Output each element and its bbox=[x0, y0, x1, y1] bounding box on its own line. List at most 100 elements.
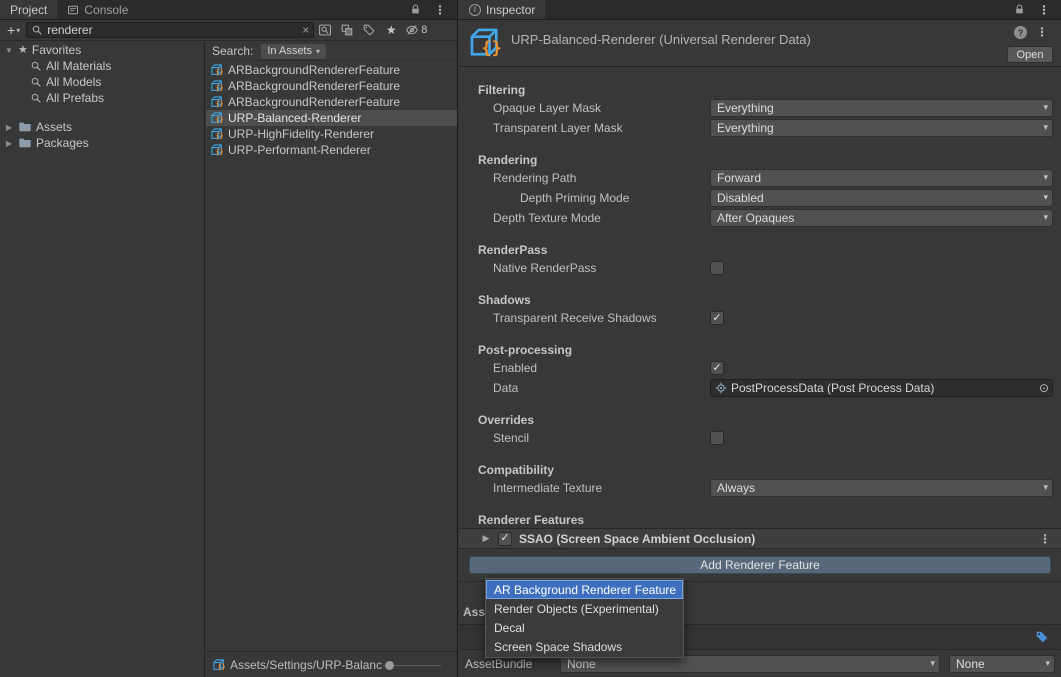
clear-search-icon[interactable]: × bbox=[302, 23, 309, 37]
folder-icon bbox=[18, 136, 32, 150]
depth-texture-mode-dropdown[interactable]: After Opaques ▾ bbox=[710, 209, 1053, 227]
transparent-layer-mask-dropdown[interactable]: Everything ▾ bbox=[710, 119, 1053, 137]
chevron-down-icon: ▾ bbox=[1045, 658, 1050, 669]
result-row[interactable]: URP-HighFidelity-Renderer bbox=[206, 126, 457, 142]
chevron-down-icon: ▾ bbox=[1043, 122, 1048, 133]
section-filtering: Filtering bbox=[459, 82, 1061, 98]
sidebar-item-packages[interactable]: ▶ Packages bbox=[0, 135, 204, 151]
open-button[interactable]: Open bbox=[1007, 46, 1053, 63]
star-icon: ★ bbox=[18, 45, 28, 56]
native-renderpass-checkbox[interactable]: ✓ bbox=[710, 261, 724, 275]
filter-by-type-icon[interactable] bbox=[336, 22, 358, 39]
foldout-closed-icon[interactable]: ▶ bbox=[481, 533, 491, 544]
post-process-data-object-field[interactable]: PostProcessData (Post Process Data) ⊙ bbox=[710, 379, 1053, 397]
object-picker-icon[interactable]: ⊙ bbox=[1039, 381, 1049, 395]
lock-icon[interactable] bbox=[1014, 4, 1025, 15]
open-search-window-icon[interactable] bbox=[314, 22, 336, 39]
info-icon: i bbox=[469, 4, 481, 16]
result-row[interactable]: ARBackgroundRendererFeature bbox=[206, 94, 457, 110]
search-value: renderer bbox=[47, 23, 298, 37]
icon-size-slider[interactable] bbox=[383, 652, 441, 677]
search-scope-dropdown[interactable]: In Assets ▾ bbox=[261, 44, 326, 59]
chevron-down-icon: ▾ bbox=[1043, 212, 1048, 223]
search-icon bbox=[30, 60, 42, 72]
result-row[interactable]: ARBackgroundRendererFeature bbox=[206, 62, 457, 78]
chevron-down-icon: ▾ bbox=[1043, 172, 1048, 183]
sidebar-item-all-models[interactable]: All Models bbox=[0, 74, 204, 90]
search-results-header: Search: In Assets ▾ bbox=[206, 42, 457, 61]
ssao-enabled-checkbox[interactable]: ✓ bbox=[498, 532, 512, 546]
section-shadows: Shadows bbox=[459, 292, 1061, 308]
lock-icon[interactable] bbox=[410, 4, 421, 15]
sidebar-item-all-prefabs[interactable]: All Prefabs bbox=[0, 90, 204, 106]
result-row[interactable]: ARBackgroundRendererFeature bbox=[206, 78, 457, 94]
assetbundle-variant-dropdown[interactable]: None ▾ bbox=[949, 655, 1055, 673]
chevron-down-icon: ▾ bbox=[930, 658, 935, 669]
chevron-down-icon: ▾ bbox=[1043, 482, 1048, 493]
kebab-menu-icon[interactable]: ⋮ bbox=[1036, 26, 1048, 38]
filter-by-label-icon[interactable] bbox=[358, 22, 380, 39]
search-input[interactable]: renderer × bbox=[26, 22, 314, 38]
result-row-urp-balanced-renderer[interactable]: URP-Balanced-Renderer bbox=[206, 110, 457, 126]
ssao-feature-label: SSAO (Screen Space Ambient Occlusion) bbox=[519, 532, 755, 546]
kebab-menu-icon[interactable]: ⋮ bbox=[434, 4, 446, 16]
menu-item-ar-background-renderer-feature[interactable]: AR Background Renderer Feature bbox=[486, 580, 683, 599]
project-toolbar: + ▾ renderer × ★ 8 bbox=[0, 20, 457, 41]
tab-inspector[interactable]: i Inspector bbox=[459, 0, 545, 19]
sidebar-item-assets[interactable]: ▶ Assets bbox=[0, 119, 204, 135]
stencil-checkbox[interactable]: ✓ bbox=[710, 431, 724, 445]
renderer-data-icon bbox=[210, 143, 224, 157]
asset-path: Assets/Settings/URP-Balanc bbox=[230, 658, 382, 672]
search-results-label: Search: bbox=[212, 44, 253, 58]
kebab-menu-icon[interactable]: ⋮ bbox=[1038, 4, 1050, 16]
field-post-process-data: Data PostProcessData (Post Process Data)… bbox=[459, 378, 1061, 398]
inspector-content: Filtering Opaque Layer Mask Everything ▾… bbox=[459, 68, 1061, 582]
create-asset-button[interactable]: + ▾ bbox=[3, 22, 24, 38]
sidebar-item-all-materials[interactable]: All Materials bbox=[0, 58, 204, 74]
depth-priming-mode-dropdown[interactable]: Disabled ▾ bbox=[710, 189, 1053, 207]
menu-item-screen-space-shadows[interactable]: Screen Space Shadows bbox=[486, 637, 683, 656]
renderer-data-icon bbox=[212, 658, 226, 672]
transparent-receive-shadows-checkbox[interactable]: ✓ bbox=[710, 311, 724, 325]
tab-project-label: Project bbox=[10, 3, 47, 17]
post-process-data-icon bbox=[715, 382, 727, 394]
foldout-closed-icon[interactable]: ▶ bbox=[4, 123, 14, 132]
sidebar-item-favorites[interactable]: ▼ ★ Favorites bbox=[0, 42, 204, 58]
field-depth-priming-mode: Depth Priming Mode Disabled ▾ bbox=[459, 188, 1061, 208]
search-icon bbox=[30, 76, 42, 88]
check-icon: ✓ bbox=[712, 313, 721, 324]
foldout-closed-icon[interactable]: ▶ bbox=[4, 139, 14, 148]
add-renderer-feature-button[interactable]: Add Renderer Feature bbox=[469, 556, 1051, 574]
tab-console[interactable]: Console bbox=[57, 0, 138, 19]
hidden-items-toggle[interactable]: 8 bbox=[402, 23, 430, 37]
menu-item-render-objects[interactable]: Render Objects (Experimental) bbox=[486, 599, 683, 618]
renderer-data-icon bbox=[210, 127, 224, 141]
saved-search-star-icon[interactable]: ★ bbox=[380, 22, 402, 39]
result-list: ARBackgroundRendererFeature ARBackground… bbox=[206, 61, 457, 158]
rendering-path-dropdown[interactable]: Forward ▾ bbox=[710, 169, 1053, 187]
section-post-processing: Post-processing bbox=[459, 342, 1061, 358]
opaque-layer-mask-dropdown[interactable]: Everything ▾ bbox=[710, 99, 1053, 117]
section-overrides: Overrides bbox=[459, 412, 1061, 428]
intermediate-texture-dropdown[interactable]: Always ▾ bbox=[710, 479, 1053, 497]
help-icon[interactable]: ? bbox=[1014, 26, 1027, 39]
field-stencil: Stencil ✓ bbox=[459, 428, 1061, 448]
menu-item-decal[interactable]: Decal bbox=[486, 618, 683, 637]
slider-knob[interactable] bbox=[385, 661, 394, 670]
labels-tag-icon[interactable] bbox=[1035, 630, 1049, 644]
post-processing-enabled-checkbox[interactable]: ✓ bbox=[710, 361, 724, 375]
chevron-down-icon: ▾ bbox=[1043, 102, 1048, 113]
renderer-data-icon bbox=[210, 79, 224, 93]
field-transparent-receive-shadows: Transparent Receive Shadows ✓ bbox=[459, 308, 1061, 328]
inspector-panel: i Inspector ⋮ URP-Balanced-Renderer (Uni… bbox=[459, 0, 1061, 677]
ssao-feature-header[interactable]: ▶ ✓ SSAO (Screen Space Ambient Occlusion… bbox=[459, 528, 1061, 549]
unity-editor: Project Console ⋮ + ▾ renderer × bbox=[0, 0, 1061, 677]
tab-project[interactable]: Project bbox=[0, 0, 57, 19]
foldout-open-icon[interactable]: ▼ bbox=[4, 46, 14, 55]
result-row[interactable]: URP-Performant-Renderer bbox=[206, 142, 457, 158]
ssao-menu-icon[interactable]: ⋮ bbox=[1039, 533, 1051, 545]
field-depth-texture-mode: Depth Texture Mode After Opaques ▾ bbox=[459, 208, 1061, 228]
page-title: URP-Balanced-Renderer (Universal Rendere… bbox=[511, 32, 811, 47]
chevron-down-icon: ▾ bbox=[316, 47, 320, 56]
search-icon bbox=[31, 24, 43, 36]
